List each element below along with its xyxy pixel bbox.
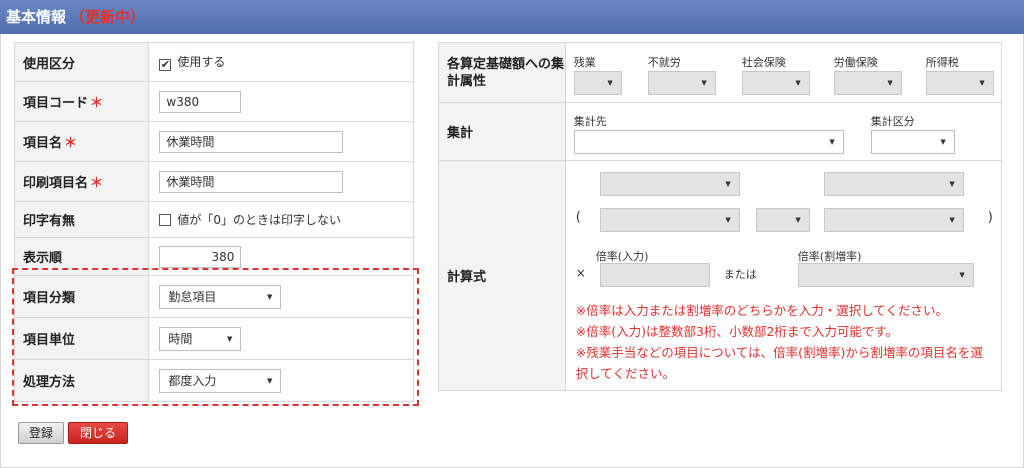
agg-div-select[interactable]: ▼ (870, 129, 955, 154)
attr-col-label: 残業 (573, 55, 596, 69)
agg-div-label: 集計区分 (870, 114, 915, 128)
print-flag-label: 印字有無 (13, 201, 150, 238)
name-label: 項目名＊ (13, 121, 150, 162)
required-mark: ＊ (90, 176, 104, 191)
dropdown-caret-icon: ▼ (887, 78, 893, 87)
attr-select-social-insurance[interactable]: ▼ (741, 70, 810, 95)
dropdown-caret-icon: ▼ (795, 78, 801, 87)
formula-select-3[interactable]: ▼ (599, 207, 740, 232)
attr-col-label: 所得税 (925, 55, 959, 69)
highlight-dashed-box (12, 268, 419, 406)
dropdown-caret-icon: ▼ (959, 270, 965, 279)
close-button[interactable]: 閉じる (68, 422, 128, 444)
note-line: ※倍率は入力または割増率のどちらかを入力・選択してください。 (575, 302, 949, 318)
close-paren: ) (987, 209, 993, 225)
rate-add-select[interactable]: ▼ (797, 262, 974, 287)
or-text: または (723, 267, 757, 281)
print-flag-checkbox[interactable] (159, 214, 172, 226)
agg-label: 集計 (438, 102, 566, 161)
note-line: ※倍率(入力)は整数部3桁、小数部2桁まで入力可能です。 (575, 323, 899, 339)
attr-select-labor-insurance[interactable]: ▼ (833, 70, 902, 95)
formula-operator-select[interactable]: ▼ (755, 207, 810, 232)
print-name-label: 印刷項目名＊ (13, 161, 150, 202)
dropdown-caret-icon: ▼ (607, 78, 613, 87)
dropdown-caret-icon: ▼ (979, 78, 985, 87)
required-mark: ＊ (90, 96, 104, 111)
dropdown-caret-icon: ▼ (949, 215, 955, 224)
right-form-table: 各算定基礎額への集計属性 残業 不就労 社会保険 労働保険 所得税 ▼ ▼ ▼ … (438, 42, 1003, 391)
print-flag-checkbox-label: 値が「0」のときは印字しない (177, 213, 342, 227)
section-title: 基本情報 (6, 8, 67, 26)
attr-select-absence[interactable]: ▼ (647, 70, 716, 95)
formula-select-1[interactable]: ▼ (599, 171, 740, 196)
register-button[interactable]: 登録 (18, 422, 64, 444)
code-input[interactable]: w380 (159, 90, 242, 113)
order-input[interactable]: 380 (159, 245, 242, 268)
formula-select-2[interactable]: ▼ (823, 171, 964, 196)
agg-dest-select[interactable]: ▼ (573, 129, 844, 154)
edit-status: （更新中） (70, 8, 146, 26)
attr-label: 各算定基礎額への集計属性 (438, 42, 566, 103)
rate-add-label: 倍率(割増率) (797, 249, 862, 263)
dropdown-caret-icon: ▼ (725, 179, 731, 188)
rate-input-field[interactable] (599, 262, 710, 287)
usage-checkbox[interactable]: ✔ (159, 59, 172, 71)
dropdown-caret-icon: ▼ (701, 78, 707, 87)
rate-input-label: 倍率(入力) (595, 249, 649, 263)
required-mark: ＊ (64, 136, 78, 151)
dropdown-caret-icon: ▼ (725, 215, 731, 224)
name-input[interactable]: 休業時間 (159, 130, 344, 153)
agg-dest-label: 集計先 (573, 114, 607, 128)
attr-col-label: 社会保険 (741, 55, 786, 69)
attr-col-label: 労働保険 (833, 55, 878, 69)
print-name-input[interactable]: 休業時間 (159, 170, 344, 193)
code-label: 項目コード＊ (13, 81, 150, 122)
note-line: ※残業手当などの項目については、倍率(割増率)から割増率の項目名を選 (575, 344, 983, 360)
open-paren: ( (575, 209, 581, 225)
usage-checkbox-label: 使用する (177, 55, 226, 69)
dropdown-caret-icon: ▼ (829, 137, 835, 146)
formula-label: 計算式 (438, 160, 566, 391)
usage-label: 使用区分 (13, 42, 150, 82)
section-header: 基本情報 （更新中） (0, 0, 1024, 34)
attr-select-overtime[interactable]: ▼ (573, 70, 622, 95)
dropdown-caret-icon: ▼ (795, 215, 801, 224)
formula-notes: ※倍率は入力または割増率のどちらかを入力・選択してください。 ※倍率(入力)は整… (576, 300, 996, 384)
formula-select-4[interactable]: ▼ (823, 207, 964, 232)
note-line: 択してください。 (575, 365, 676, 381)
attr-select-income-tax[interactable]: ▼ (925, 70, 994, 95)
times-symbol: × (575, 265, 586, 280)
dropdown-caret-icon: ▼ (940, 137, 946, 146)
dropdown-caret-icon: ▼ (949, 179, 955, 188)
attr-col-label: 不就労 (647, 55, 681, 69)
